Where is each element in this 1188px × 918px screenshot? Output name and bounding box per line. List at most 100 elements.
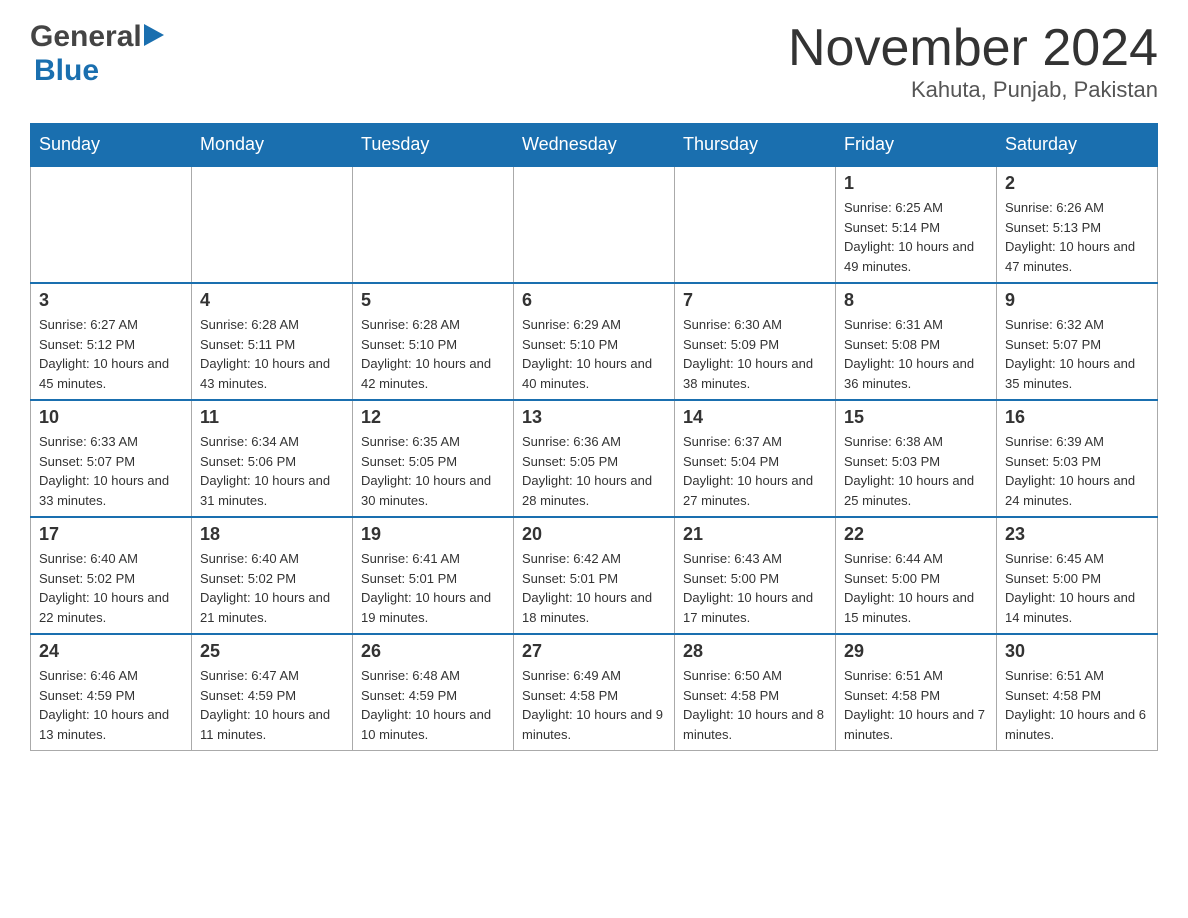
calendar-day-cell: 10 Sunrise: 6:33 AM Sunset: 5:07 PM Dayli… bbox=[31, 400, 192, 517]
day-info: Sunrise: 6:32 AM Sunset: 5:07 PM Dayligh… bbox=[1005, 315, 1149, 393]
calendar-week-row: 24 Sunrise: 6:46 AM Sunset: 4:59 PM Dayli… bbox=[31, 634, 1158, 751]
day-info: Sunrise: 6:25 AM Sunset: 5:14 PM Dayligh… bbox=[844, 198, 988, 276]
day-of-week-header: Sunday bbox=[31, 124, 192, 167]
day-of-week-header: Thursday bbox=[675, 124, 836, 167]
day-number: 12 bbox=[361, 407, 505, 428]
calendar-day-cell: 20 Sunrise: 6:42 AM Sunset: 5:01 PM Dayli… bbox=[514, 517, 675, 634]
day-number: 10 bbox=[39, 407, 183, 428]
day-info: Sunrise: 6:51 AM Sunset: 4:58 PM Dayligh… bbox=[1005, 666, 1149, 744]
day-info: Sunrise: 6:34 AM Sunset: 5:06 PM Dayligh… bbox=[200, 432, 344, 510]
day-info: Sunrise: 6:40 AM Sunset: 5:02 PM Dayligh… bbox=[200, 549, 344, 627]
day-info: Sunrise: 6:43 AM Sunset: 5:00 PM Dayligh… bbox=[683, 549, 827, 627]
calendar-week-row: 3 Sunrise: 6:27 AM Sunset: 5:12 PM Daylig… bbox=[31, 283, 1158, 400]
calendar-week-row: 10 Sunrise: 6:33 AM Sunset: 5:07 PM Dayli… bbox=[31, 400, 1158, 517]
day-number: 21 bbox=[683, 524, 827, 545]
day-number: 29 bbox=[844, 641, 988, 662]
day-info: Sunrise: 6:33 AM Sunset: 5:07 PM Dayligh… bbox=[39, 432, 183, 510]
day-number: 16 bbox=[1005, 407, 1149, 428]
day-info: Sunrise: 6:28 AM Sunset: 5:11 PM Dayligh… bbox=[200, 315, 344, 393]
day-info: Sunrise: 6:30 AM Sunset: 5:09 PM Dayligh… bbox=[683, 315, 827, 393]
calendar-day-cell: 24 Sunrise: 6:46 AM Sunset: 4:59 PM Dayli… bbox=[31, 634, 192, 751]
day-number: 1 bbox=[844, 173, 988, 194]
day-number: 11 bbox=[200, 407, 344, 428]
day-info: Sunrise: 6:27 AM Sunset: 5:12 PM Dayligh… bbox=[39, 315, 183, 393]
calendar-day-cell: 29 Sunrise: 6:51 AM Sunset: 4:58 PM Dayli… bbox=[836, 634, 997, 751]
calendar-day-cell: 1 Sunrise: 6:25 AM Sunset: 5:14 PM Daylig… bbox=[836, 166, 997, 283]
day-number: 4 bbox=[200, 290, 344, 311]
day-number: 13 bbox=[522, 407, 666, 428]
day-number: 18 bbox=[200, 524, 344, 545]
calendar-week-row: 1 Sunrise: 6:25 AM Sunset: 5:14 PM Daylig… bbox=[31, 166, 1158, 283]
logo: General Blue bbox=[30, 20, 164, 88]
calendar-day-cell: 22 Sunrise: 6:44 AM Sunset: 5:00 PM Dayli… bbox=[836, 517, 997, 634]
calendar-day-cell: 7 Sunrise: 6:30 AM Sunset: 5:09 PM Daylig… bbox=[675, 283, 836, 400]
calendar-day-cell: 11 Sunrise: 6:34 AM Sunset: 5:06 PM Dayli… bbox=[192, 400, 353, 517]
day-number: 3 bbox=[39, 290, 183, 311]
calendar-day-cell: 2Sunrise: 6:26 AM Sunset: 5:13 PM Daylig… bbox=[997, 166, 1158, 283]
day-info: Sunrise: 6:45 AM Sunset: 5:00 PM Dayligh… bbox=[1005, 549, 1149, 627]
day-number: 15 bbox=[844, 407, 988, 428]
day-info: Sunrise: 6:36 AM Sunset: 5:05 PM Dayligh… bbox=[522, 432, 666, 510]
day-info: Sunrise: 6:51 AM Sunset: 4:58 PM Dayligh… bbox=[844, 666, 988, 744]
day-number: 30 bbox=[1005, 641, 1149, 662]
day-number: 7 bbox=[683, 290, 827, 311]
month-title: November 2024 bbox=[788, 20, 1158, 77]
day-number: 20 bbox=[522, 524, 666, 545]
day-info: Sunrise: 6:47 AM Sunset: 4:59 PM Dayligh… bbox=[200, 666, 344, 744]
day-number: 5 bbox=[361, 290, 505, 311]
day-info: Sunrise: 6:46 AM Sunset: 4:59 PM Dayligh… bbox=[39, 666, 183, 744]
day-number: 2 bbox=[1005, 173, 1149, 194]
calendar-day-cell bbox=[192, 166, 353, 283]
day-info: Sunrise: 6:37 AM Sunset: 5:04 PM Dayligh… bbox=[683, 432, 827, 510]
day-info: Sunrise: 6:29 AM Sunset: 5:10 PM Dayligh… bbox=[522, 315, 666, 393]
day-number: 24 bbox=[39, 641, 183, 662]
calendar-day-cell bbox=[514, 166, 675, 283]
calendar-day-cell: 9 Sunrise: 6:32 AM Sunset: 5:07 PM Daylig… bbox=[997, 283, 1158, 400]
day-number: 28 bbox=[683, 641, 827, 662]
day-info: Sunrise: 6:48 AM Sunset: 4:59 PM Dayligh… bbox=[361, 666, 505, 744]
calendar-day-cell: 8Sunrise: 6:31 AM Sunset: 5:08 PM Daylig… bbox=[836, 283, 997, 400]
calendar-day-cell: 21 Sunrise: 6:43 AM Sunset: 5:00 PM Dayli… bbox=[675, 517, 836, 634]
calendar-day-cell: 25Sunrise: 6:47 AM Sunset: 4:59 PM Dayli… bbox=[192, 634, 353, 751]
calendar-day-cell: 23 Sunrise: 6:45 AM Sunset: 5:00 PM Dayli… bbox=[997, 517, 1158, 634]
calendar-day-cell: 14Sunrise: 6:37 AM Sunset: 5:04 PM Dayli… bbox=[675, 400, 836, 517]
day-info: Sunrise: 6:38 AM Sunset: 5:03 PM Dayligh… bbox=[844, 432, 988, 510]
calendar-day-cell: 15 Sunrise: 6:38 AM Sunset: 5:03 PM Dayli… bbox=[836, 400, 997, 517]
calendar-day-cell: 6 Sunrise: 6:29 AM Sunset: 5:10 PM Daylig… bbox=[514, 283, 675, 400]
day-of-week-header: Friday bbox=[836, 124, 997, 167]
day-number: 9 bbox=[1005, 290, 1149, 311]
day-info: Sunrise: 6:40 AM Sunset: 5:02 PM Dayligh… bbox=[39, 549, 183, 627]
calendar-day-cell: 12 Sunrise: 6:35 AM Sunset: 5:05 PM Dayli… bbox=[353, 400, 514, 517]
calendar-day-cell: 30 Sunrise: 6:51 AM Sunset: 4:58 PM Dayli… bbox=[997, 634, 1158, 751]
day-of-week-header: Tuesday bbox=[353, 124, 514, 167]
day-info: Sunrise: 6:35 AM Sunset: 5:05 PM Dayligh… bbox=[361, 432, 505, 510]
calendar-day-cell: 19Sunrise: 6:41 AM Sunset: 5:01 PM Dayli… bbox=[353, 517, 514, 634]
day-number: 6 bbox=[522, 290, 666, 311]
calendar-day-cell: 27 Sunrise: 6:49 AM Sunset: 4:58 PM Dayli… bbox=[514, 634, 675, 751]
calendar-day-cell: 18 Sunrise: 6:40 AM Sunset: 5:02 PM Dayli… bbox=[192, 517, 353, 634]
calendar-day-cell: 4 Sunrise: 6:28 AM Sunset: 5:11 PM Daylig… bbox=[192, 283, 353, 400]
day-number: 23 bbox=[1005, 524, 1149, 545]
logo-triangle-icon bbox=[144, 24, 164, 46]
day-of-week-header: Saturday bbox=[997, 124, 1158, 167]
calendar-day-cell: 28 Sunrise: 6:50 AM Sunset: 4:58 PM Dayli… bbox=[675, 634, 836, 751]
day-info: Sunrise: 6:50 AM Sunset: 4:58 PM Dayligh… bbox=[683, 666, 827, 744]
calendar-day-cell: 13 Sunrise: 6:36 AM Sunset: 5:05 PM Dayli… bbox=[514, 400, 675, 517]
day-number: 27 bbox=[522, 641, 666, 662]
day-number: 22 bbox=[844, 524, 988, 545]
calendar-table: SundayMondayTuesdayWednesdayThursdayFrid… bbox=[30, 123, 1158, 751]
day-number: 19 bbox=[361, 524, 505, 545]
day-of-week-header: Wednesday bbox=[514, 124, 675, 167]
page-header: General Blue November 2024 Kahuta, Punja… bbox=[30, 20, 1158, 103]
day-info: Sunrise: 6:49 AM Sunset: 4:58 PM Dayligh… bbox=[522, 666, 666, 744]
calendar-day-cell bbox=[675, 166, 836, 283]
day-info: Sunrise: 6:42 AM Sunset: 5:01 PM Dayligh… bbox=[522, 549, 666, 627]
day-info: Sunrise: 6:31 AM Sunset: 5:08 PM Dayligh… bbox=[844, 315, 988, 393]
calendar-day-cell: 5Sunrise: 6:28 AM Sunset: 5:10 PM Daylig… bbox=[353, 283, 514, 400]
day-info: Sunrise: 6:39 AM Sunset: 5:03 PM Dayligh… bbox=[1005, 432, 1149, 510]
calendar-week-row: 17Sunrise: 6:40 AM Sunset: 5:02 PM Dayli… bbox=[31, 517, 1158, 634]
logo-general: General bbox=[30, 20, 142, 54]
location: Kahuta, Punjab, Pakistan bbox=[788, 77, 1158, 103]
day-info: Sunrise: 6:44 AM Sunset: 5:00 PM Dayligh… bbox=[844, 549, 988, 627]
day-number: 26 bbox=[361, 641, 505, 662]
